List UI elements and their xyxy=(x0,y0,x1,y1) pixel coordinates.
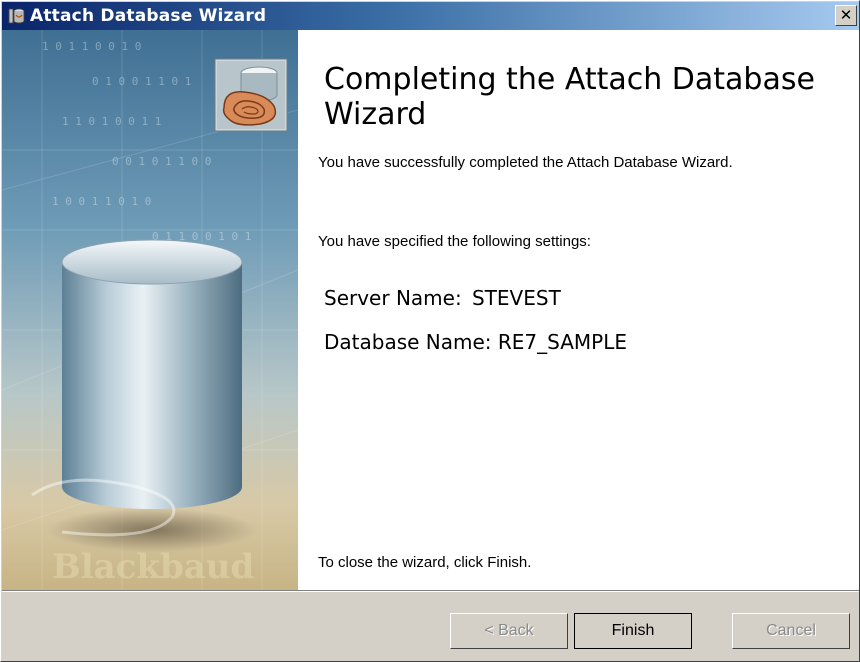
finish-button[interactable]: Finish xyxy=(574,613,692,649)
setting-server-name: Server Name: STEVEST xyxy=(324,286,561,310)
binary-row: 0 0 1 0 1 1 0 0 xyxy=(112,155,211,168)
close-button[interactable]: ✕ xyxy=(835,5,857,26)
setting-label: Database Name: xyxy=(324,330,492,354)
setting-database-name: Database Name: RE7_SAMPLE xyxy=(324,330,627,354)
cancel-button[interactable]: Cancel xyxy=(732,613,850,649)
close-icon: ✕ xyxy=(839,6,853,24)
footer-separator xyxy=(2,590,859,592)
page-title: Completing the Attach Database Wizard xyxy=(324,62,815,132)
binary-row: 1 1 0 1 0 0 1 1 xyxy=(62,115,161,128)
title-bar[interactable]: Attach Database Wizard ✕ xyxy=(2,2,859,30)
wizard-window: Attach Database Wizard ✕ 1 0 1 1 0 0 1 0… xyxy=(0,0,860,662)
settings-intro: You have specified the following setting… xyxy=(318,233,591,250)
binary-row: 1 0 0 1 1 0 1 0 xyxy=(52,195,151,208)
back-button[interactable]: < Back xyxy=(450,613,568,649)
close-hint: To close the wizard, click Finish. xyxy=(318,554,532,571)
binary-row: 0 1 0 0 1 1 0 1 xyxy=(92,75,191,88)
setting-value: STEVEST xyxy=(472,286,561,310)
blackbaud-watermark: Blackbaud xyxy=(52,547,254,587)
wizard-content: 1 0 1 1 0 0 1 0 0 1 0 0 1 1 0 1 1 1 0 1 … xyxy=(2,30,859,590)
binary-row: 1 0 1 1 0 0 1 0 xyxy=(42,40,141,53)
database-wizard-icon xyxy=(8,8,25,24)
success-message: You have successfully completed the Atta… xyxy=(318,154,733,171)
setting-value: RE7_SAMPLE xyxy=(497,330,627,354)
window-title: Attach Database Wizard xyxy=(30,6,267,26)
database-attach-icon xyxy=(214,58,288,132)
setting-label: Server Name: xyxy=(324,286,462,310)
